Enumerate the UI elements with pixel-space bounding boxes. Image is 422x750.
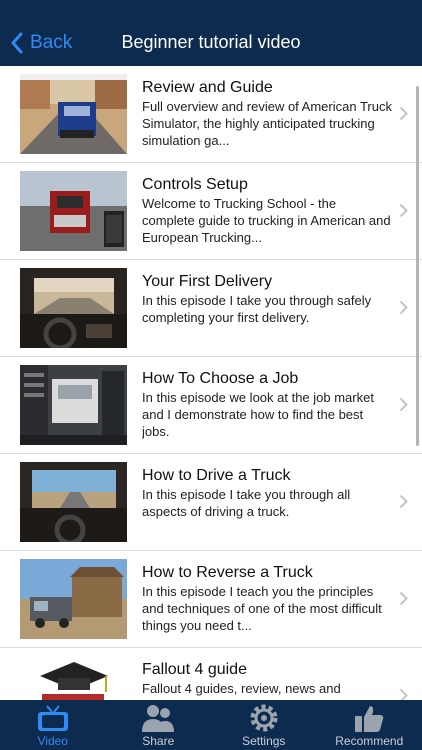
tab-label: Video xyxy=(37,734,68,748)
chevron-right-icon xyxy=(399,300,408,315)
chevron-right-icon xyxy=(399,494,408,509)
tab-label: Settings xyxy=(242,734,286,748)
chevron-right-icon xyxy=(399,397,408,412)
video-row-your-first-delivery[interactable]: Your First Delivery In this episode I ta… xyxy=(0,260,422,357)
video-title: How To Choose a Job xyxy=(142,370,299,387)
tab-recommend[interactable]: Recommend xyxy=(317,700,422,750)
video-thumbnail xyxy=(20,559,127,639)
video-description: In this episode we look at the job marke… xyxy=(142,390,374,439)
video-title: Your First Delivery xyxy=(142,273,273,290)
chevron-right-icon xyxy=(399,106,408,121)
video-thumbnail xyxy=(20,365,127,445)
tab-share[interactable]: Share xyxy=(106,700,212,750)
video-title: How to Reverse a Truck xyxy=(142,564,313,581)
video-title: Fallout 4 guide xyxy=(142,661,247,678)
gear-icon xyxy=(250,704,278,732)
thumbs-up-icon xyxy=(355,706,384,732)
video-title: How to Drive a Truck xyxy=(142,467,291,484)
video-description: In this episode I take you through all a… xyxy=(142,487,351,519)
navigation-bar: Back Beginner tutorial video xyxy=(0,0,422,66)
chevron-right-icon xyxy=(399,203,408,218)
scrollbar[interactable] xyxy=(416,86,419,446)
video-description: Welcome to Trucking School - the complet… xyxy=(142,196,391,245)
video-title: Controls Setup xyxy=(142,176,248,193)
video-list[interactable]: Review and Guide Full overview and revie… xyxy=(0,66,422,700)
video-thumbnail xyxy=(20,171,127,251)
video-row-how-to-choose-a-job[interactable]: How To Choose a Job In this episode we l… xyxy=(0,357,422,454)
video-description: Fallout 4 guides, review, news and xyxy=(142,681,341,696)
video-description: In this episode I teach you the principl… xyxy=(142,584,382,633)
page-title: Beginner tutorial video xyxy=(121,32,301,52)
video-title: Review and Guide xyxy=(142,79,273,96)
tv-icon xyxy=(37,705,68,731)
tab-settings[interactable]: Settings xyxy=(211,700,317,750)
chevron-right-icon xyxy=(399,688,408,700)
video-thumbnail xyxy=(20,268,127,348)
video-row-controls-setup[interactable]: Controls Setup Welcome to Trucking Schoo… xyxy=(0,163,422,260)
video-thumbnail xyxy=(20,462,127,542)
video-thumbnail xyxy=(20,74,127,154)
video-row-fallout-4-guide[interactable]: Fallout 4 guide Fallout 4 guides, review… xyxy=(0,648,422,700)
chevron-right-icon xyxy=(399,591,408,606)
video-thumbnail xyxy=(20,656,127,700)
video-row-how-to-drive-a-truck[interactable]: How to Drive a Truck In this episode I t… xyxy=(0,454,422,551)
video-description: In this episode I take you through safel… xyxy=(142,293,372,325)
people-icon xyxy=(142,705,175,732)
video-row-review-and-guide[interactable]: Review and Guide Full overview and revie… xyxy=(0,66,422,163)
tab-label: Share xyxy=(142,734,175,748)
tab-bar: Video Share Settings Recommend xyxy=(0,700,422,750)
tab-label: Recommend xyxy=(335,734,404,748)
video-description: Full overview and review of American Tru… xyxy=(142,99,392,148)
tab-video[interactable]: Video xyxy=(0,700,106,750)
video-row-how-to-reverse-a-truck[interactable]: How to Reverse a Truck In this episode I… xyxy=(0,551,422,648)
